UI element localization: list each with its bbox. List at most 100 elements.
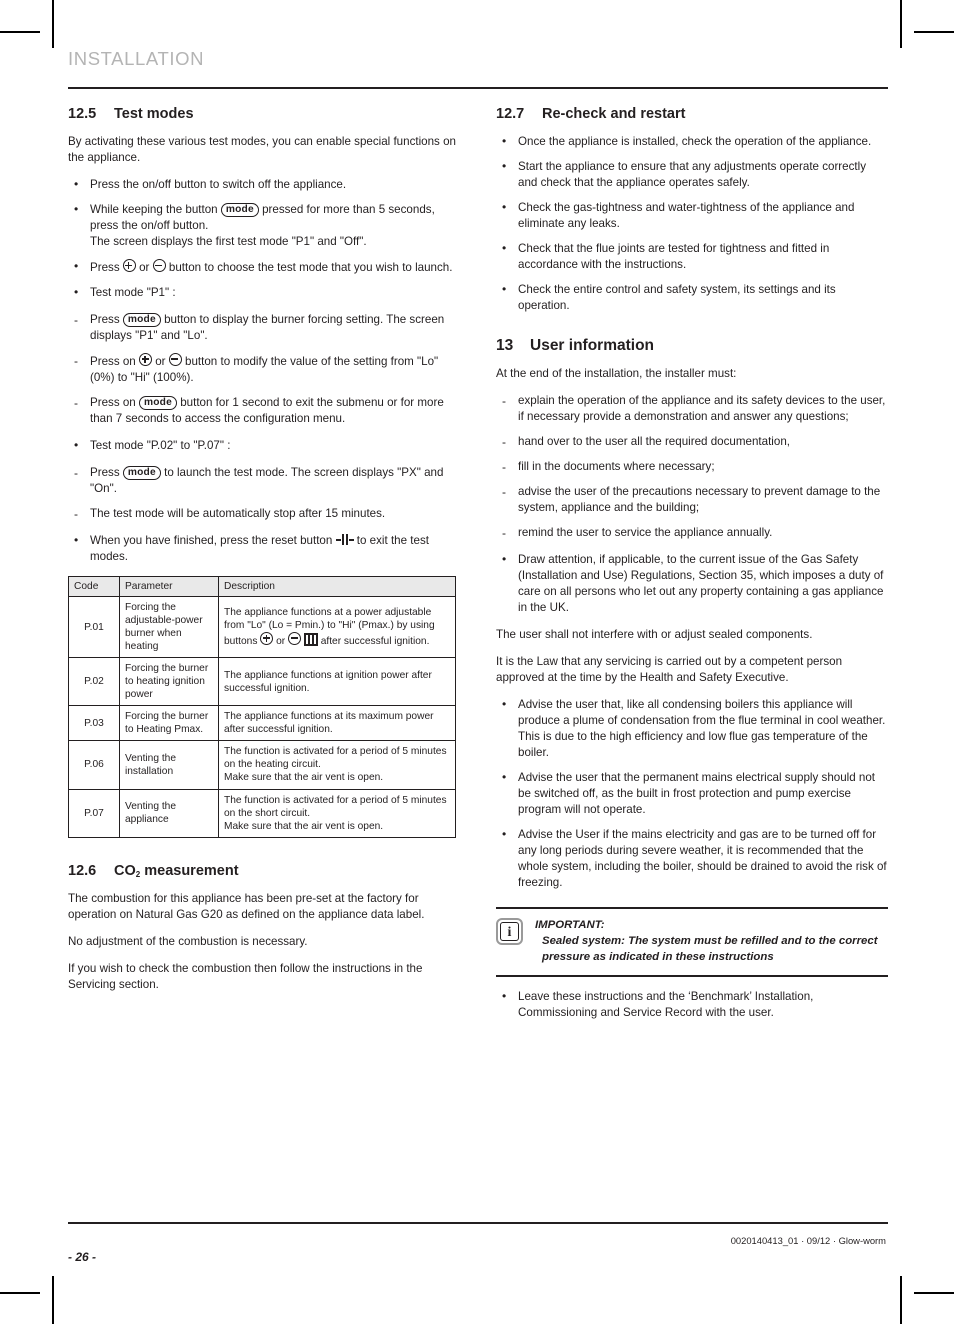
list-item: When you have finished, press the reset … [68,532,460,565]
paragraph-co2-check: If you wish to check the combustion then… [68,961,423,991]
cell-description: The appliance functions at a power adjus… [218,595,456,659]
section-title: User information [530,337,655,355]
list-item: Press the on/off button to switch off th… [68,176,460,193]
list-item-text: Start the appliance to ensure that any a… [518,160,867,190]
mode-button-glyph: mode [122,313,161,328]
paragraph-test-modes-intro: By activating these various test modes, … [68,135,456,165]
header-divider [68,86,888,90]
cell-description: The appliance functions at its maximum p… [218,705,456,742]
footer-divider [68,1222,888,1224]
list-recheck-restart: Once the appliance is installed, check t… [496,133,888,314]
list-user-advice: Advise the user that, like all condensin… [496,696,888,891]
paragraph-law-servicing: It is the Law that any servicing is carr… [496,655,843,685]
minus-button-icon [288,632,302,646]
section-number: 12.6 [68,862,97,879]
minus-button-icon [152,259,166,273]
list-item: Advise the User if the mains electricity… [496,826,888,891]
table-row: P.02 Forcing the burner to heating ignit… [68,657,456,707]
page-number: - 26 - [68,1250,97,1264]
table-row: P.06 Venting the installation The functi… [68,740,456,790]
list-p1-substeps: Press mode button to display the burner … [68,312,460,427]
list-benchmark: Leave these instructions and the ‘Benchm… [496,988,888,1021]
cell-description: The appliance functions at ignition powe… [218,657,456,707]
reset-button-icon [335,533,354,546]
section-heading-12-7: 12.7 Re-check and restart [496,105,888,123]
minus-button-icon [168,353,182,367]
list-item-text: Advise the user that the permanent mains… [518,771,876,817]
info-box-heading: IMPORTANT: [535,919,605,932]
section-number: 13 [496,337,514,355]
cell-description: The function is activated for a period o… [218,788,456,838]
list-item-text: Check the entire control and safety syst… [518,283,836,313]
left-column: 12.5 Test modes By activating these vari… [68,105,460,1032]
list-item: hand over to the user all the required d… [496,434,888,451]
list-item-text: Check the gas-tightness and water-tightn… [518,201,855,231]
list-item-text: Test mode "P.02" to "P.07" : [90,439,231,452]
table-header-parameter: Parameter [119,575,219,597]
section-title: Re-check and restart [542,106,686,123]
section-number: 12.7 [496,106,525,123]
list-item-text: Press [90,261,120,275]
list-item-text: Advise the user that, like all condensin… [518,698,886,760]
section-heading-13: 13 User information [496,336,888,355]
parameters-table: Code Parameter Description P.01 Forcing … [68,575,456,838]
cell-parameter: Venting the appliance [119,788,219,838]
list-item-text: remind the user to service the appliance… [518,526,773,540]
paragraph-sealed-components: The user shall not interfere with or adj… [496,628,813,642]
list-item-text: While keeping the button [90,203,218,217]
list-item-text: When you have finished, press the reset … [90,533,333,547]
section-heading-12-5: 12.5 Test modes [68,105,460,123]
list-item: Check that the flue joints are tested fo… [496,240,888,273]
cell-parameter: Forcing the burner to heating ignition p… [119,657,219,707]
conjunction-or: or [276,636,286,648]
cell-description: The function is activated for a period o… [218,740,456,790]
plus-button-icon [139,353,152,367]
list-item-text: Press [90,465,120,479]
cell-code: P.02 [68,657,120,707]
list-item-text: fill in the documents where necessary; [518,460,715,474]
list-exit-test-modes: When you have finished, press the reset … [68,532,460,565]
table-row: P.01 Forcing the adjustable-power burner… [68,595,456,659]
list-item: remind the user to service the appliance… [496,525,888,542]
info-icon-letter: i [507,925,512,941]
two-column-layout: 12.5 Test modes By activating these vari… [68,105,888,1032]
list-item: Draw attention, if applicable, to the cu… [496,551,888,616]
list-item: Test mode "P.02" to "P.07" : [68,437,460,454]
list-installer-duties: explain the operation of the appliance a… [496,393,888,541]
crop-mark-bottom-right-horizontal [914,1292,954,1294]
list-item-text: Press [90,313,120,327]
list-item-text: Leave these instructions and the ‘Benchm… [518,989,814,1019]
plus-button-icon [122,259,136,273]
table-header-code: Code [68,575,120,597]
list-item-text: Advise the User if the mains electricity… [518,828,887,890]
list-item: Press or button to choose the test mode … [68,258,460,276]
paragraph-co2-noadjust: No adjustment of the combustion is neces… [68,934,308,948]
table-row: P.03 Forcing the burner to Heating Pmax.… [68,705,456,742]
list-item: Press mode button to display the burner … [68,312,460,344]
list-item: The test mode will be automatically stop… [68,506,460,523]
list-p02-substeps: Press mode to launch the test mode. The … [68,465,460,522]
list-item: explain the operation of the appliance a… [496,393,888,425]
table-row: P.07 Venting the appliance The function … [68,788,456,838]
radiator-bars-icon [303,633,318,647]
crop-mark-bottom-left-horizontal [0,1292,40,1294]
page-content: INSTALLATION 12.5 Test modes By activati… [68,49,888,1032]
paragraph-installer-must: At the end of the installation, the inst… [496,367,737,381]
mode-button-glyph: mode [220,203,259,218]
list-item: Test mode "P1" : [68,284,460,301]
list-item: Press mode to launch the test mode. The … [68,465,460,497]
list-item: Press on or button to modify the value o… [68,353,460,386]
cell-description-text-cont: after successful ignition. [320,636,430,648]
cell-parameter: Venting the installation [119,740,219,790]
list-item-text: Draw attention, if applicable, to the cu… [518,553,884,615]
list-test-modes-p02: Test mode "P.02" to "P.07" : [68,437,460,454]
list-item: Once the appliance is installed, check t… [496,133,888,150]
list-item: advise the user of the precautions neces… [496,484,888,516]
info-box-body: Sealed system: The system must be refill… [542,935,878,963]
info-box-text: IMPORTANT: Sealed system: The system mus… [535,918,888,966]
list-item-text: Press on [90,355,136,369]
conjunction-or: or [139,261,150,275]
list-item: Check the gas-tightness and water-tightn… [496,199,888,232]
list-item-text: Press on [90,396,136,410]
cell-code: P.07 [68,788,120,838]
